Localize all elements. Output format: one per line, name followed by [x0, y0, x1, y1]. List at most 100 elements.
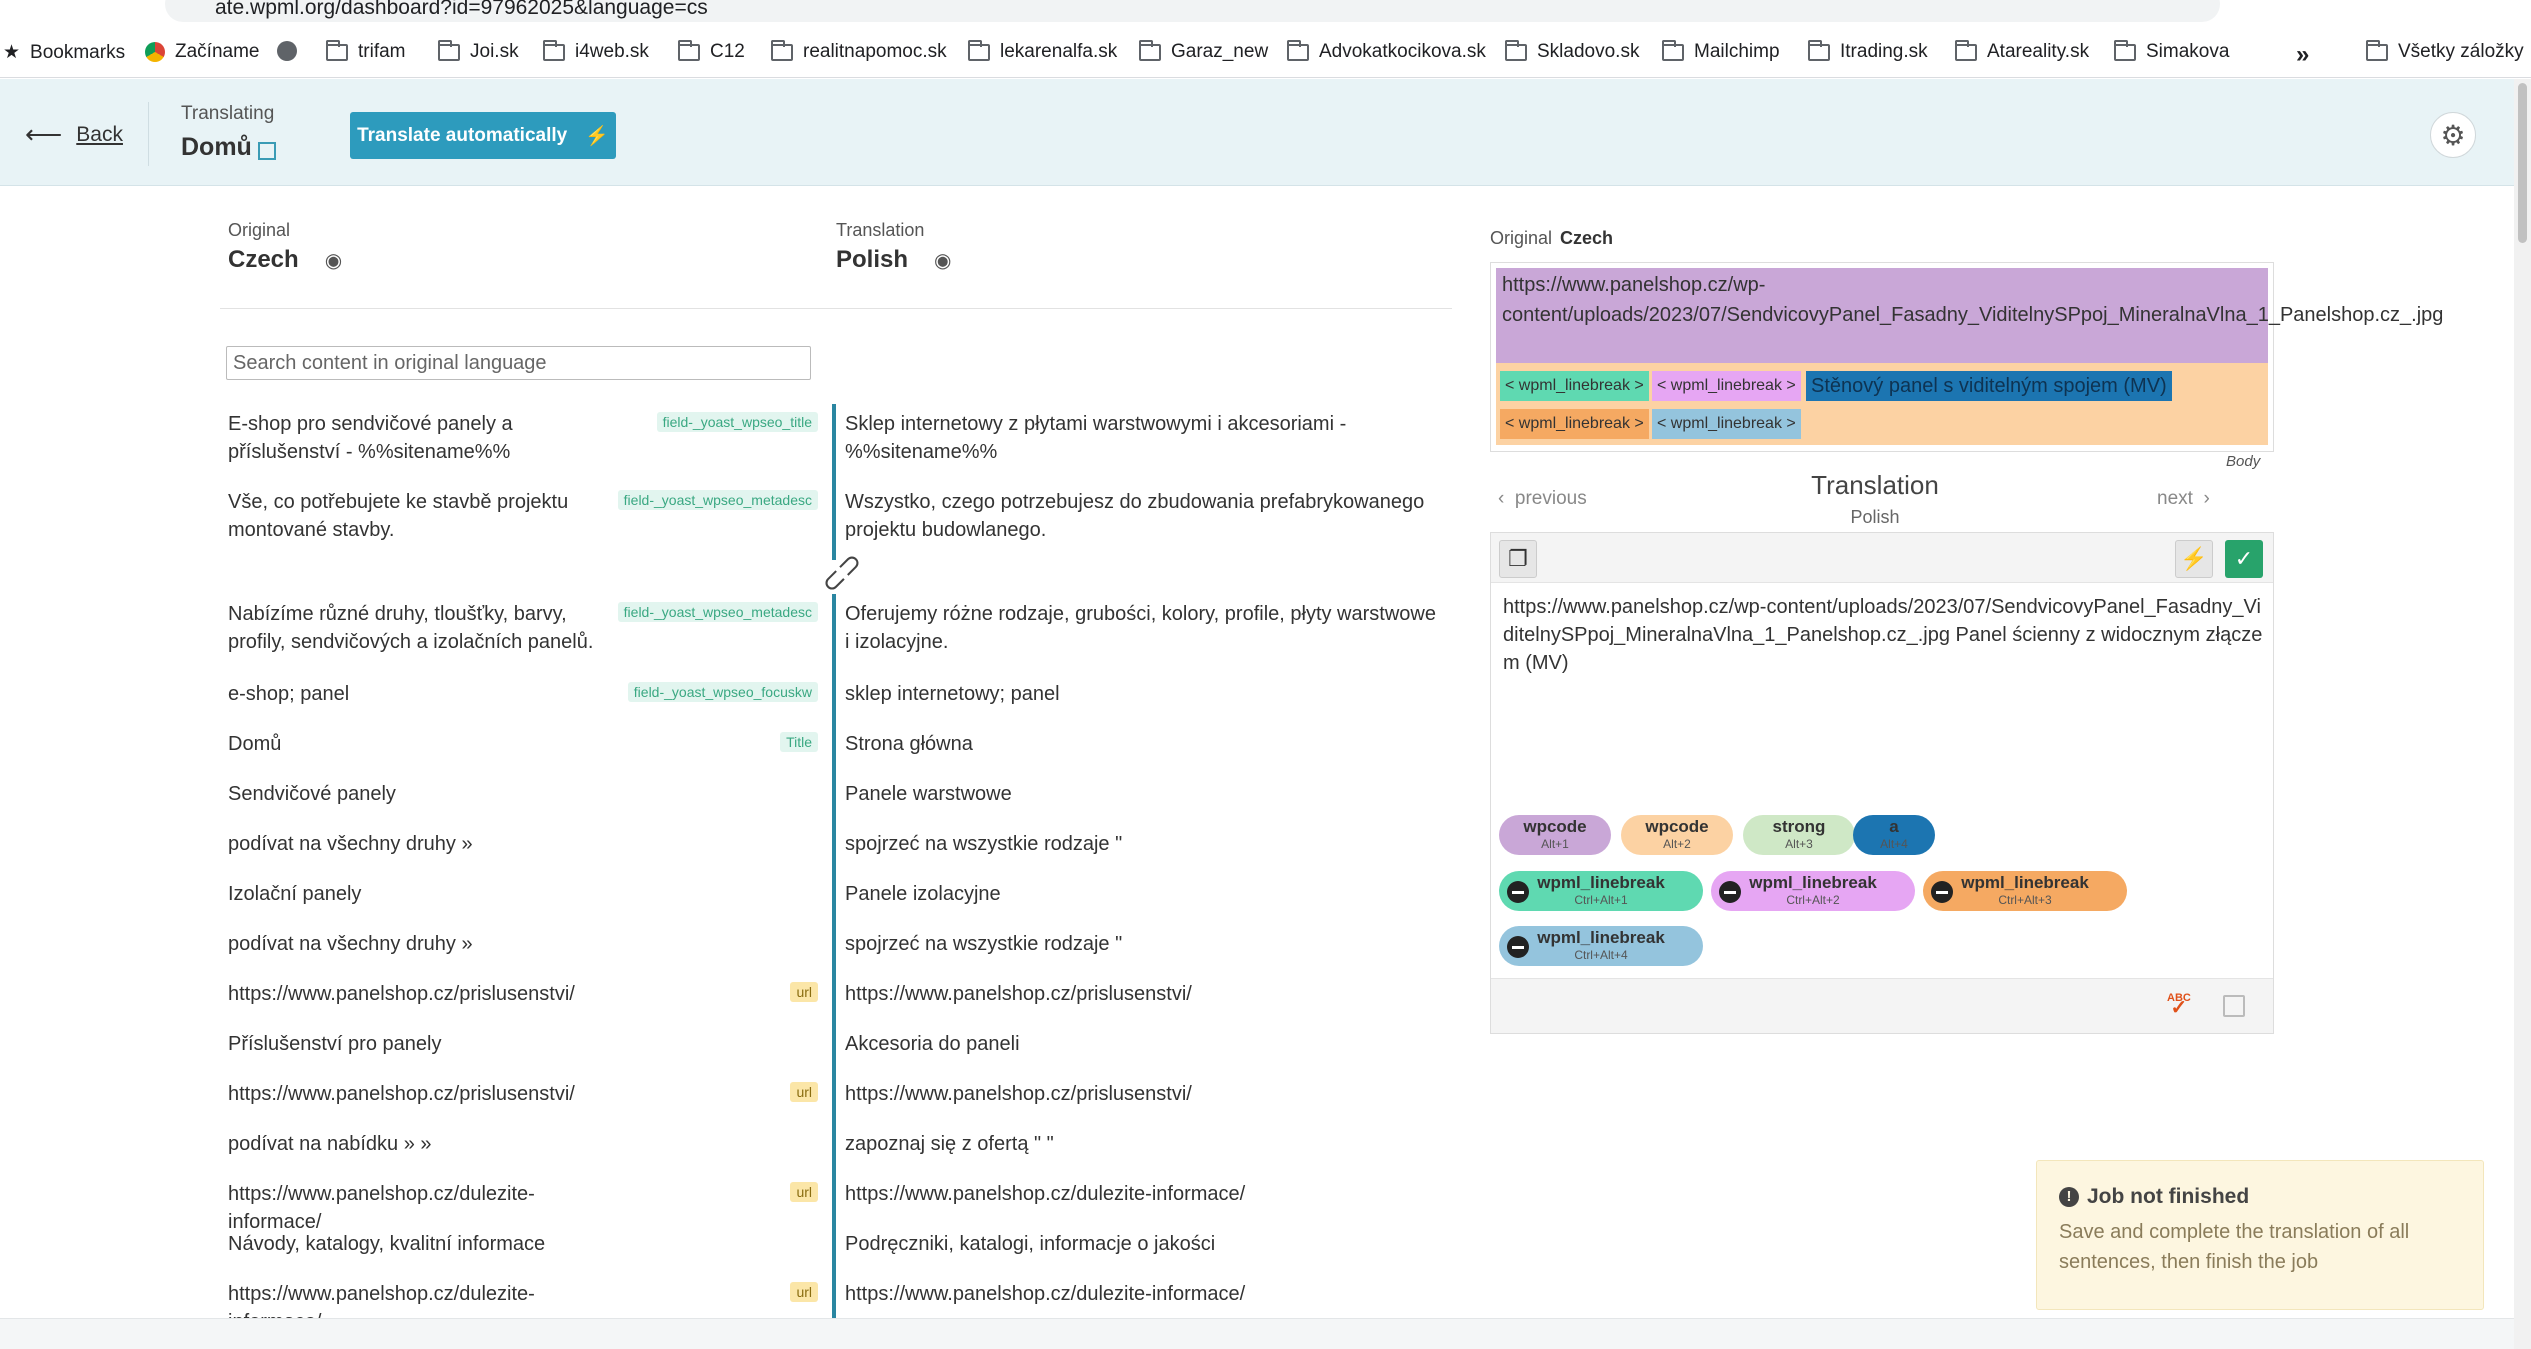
wpcode-tag-pill[interactable]: wpcode Alt+2: [1621, 815, 1733, 855]
translate-automatically-button[interactable]: Translate automatically ⚡: [350, 112, 616, 159]
bookmark-folder[interactable]: lekarenalfa.sk: [968, 39, 1117, 63]
machine-translate-button[interactable]: ⚡: [2175, 540, 2213, 578]
translated-text[interactable]: https://www.panelshop.cz/dulezite-inform…: [845, 1180, 1445, 1208]
linebreak-chip[interactable]: < wpml_linebreak >: [1652, 371, 1801, 401]
field-tag-badge: field-_yoast_wpseo_focuskw: [627, 682, 818, 702]
external-link-icon[interactable]: [257, 141, 276, 160]
translated-text[interactable]: Podręczniki, katalogi, informacje o jako…: [845, 1230, 1445, 1258]
linebreak-tag-pill[interactable]: wpml_linebreak Ctrl+Alt+1: [1499, 871, 1703, 911]
linebreak-tag-pill[interactable]: wpml_linebreak Ctrl+Alt+3: [1923, 871, 2127, 911]
original-source-url: https://www.panelshop.cz/wp-content/uplo…: [1496, 268, 2443, 363]
translated-text[interactable]: Panele warstwowe: [845, 780, 1445, 808]
translated-text[interactable]: sklep internetowy; panel: [845, 680, 1445, 708]
segment-row[interactable]: Příslušenství pro panely Akcesoria do pan…: [226, 1022, 1446, 1072]
eye-slash-icon[interactable]: ◉: [934, 248, 951, 273]
strong-tag-pill[interactable]: strong Alt+3: [1743, 815, 1855, 855]
wpcode-tag-pill[interactable]: wpcode Alt+1: [1499, 815, 1611, 855]
segment-row[interactable]: podívat na nabídku » » zapoznaj się z ofe…: [226, 1122, 1446, 1172]
previous-button[interactable]: ‹ previous: [1498, 488, 1587, 510]
page-scrollbar[interactable]: [2514, 79, 2531, 1349]
link-tag-pill[interactable]: a Alt+4: [1853, 815, 1935, 855]
bookmark-folder[interactable]: Advokatkocikova.sk: [1287, 39, 1486, 63]
segment-row[interactable]: Sendvičové panely Panele warstwowe: [226, 772, 1446, 822]
link-icon[interactable]: ⊂⊃: [813, 544, 870, 601]
translation-textarea[interactable]: https://www.panelshop.cz/wp-content/uplo…: [1503, 593, 2263, 677]
segment-row[interactable]: https://www.panelshop.cz/dulezite-inform…: [226, 1272, 1446, 1333]
translated-text[interactable]: Akcesoria do paneli: [845, 1030, 1445, 1058]
original-text: Sendvičové panely: [228, 783, 396, 805]
segment-row[interactable]: podívat na všechny druhy » spojrzeć na ws…: [226, 822, 1446, 872]
bookmark-folder[interactable]: i4web.sk: [543, 39, 649, 63]
spellcheck-icon[interactable]: ABC ✓: [2167, 993, 2191, 1019]
url-field[interactable]: ate.wpml.org/dashboard?id=97962025&langu…: [165, 0, 2220, 22]
original-language: Czech ◉: [228, 246, 343, 273]
bookmark-folder[interactable]: Joi.sk: [438, 39, 519, 63]
translated-text[interactable]: Oferujemy różne rodzaje, grubości, kolor…: [845, 600, 1445, 656]
bookmark-folder[interactable]: Mailchimp: [1662, 39, 1780, 63]
segment-row[interactable]: Izolační panely Panele izolacyjne: [226, 872, 1446, 922]
field-tag-badge: Title: [780, 732, 818, 752]
linebreak-chip[interactable]: < wpml_linebreak >: [1500, 371, 1649, 401]
translated-text[interactable]: Panele izolacyjne: [845, 880, 1445, 908]
bookmark-folder[interactable]: Garaz_new: [1139, 39, 1268, 63]
search-input[interactable]: [226, 346, 811, 380]
original-text: https://www.panelshop.cz/prislusenstvi/: [228, 1083, 575, 1105]
translated-text[interactable]: zapoznaj się z ofertą " ": [845, 1130, 1445, 1158]
translated-text[interactable]: https://www.panelshop.cz/dulezite-inform…: [845, 1280, 1445, 1308]
text-chip[interactable]: Stěnový panel s viditelným spojem (MV): [1806, 371, 2172, 401]
segment-row[interactable]: https://www.panelshop.cz/prislusenstvi/u…: [226, 1072, 1446, 1122]
all-bookmarks-folder[interactable]: Všetky záložky: [2366, 39, 2524, 63]
translated-text[interactable]: https://www.panelshop.cz/prislusenstvi/: [845, 980, 1445, 1008]
back-button[interactable]: ⟵ Back: [25, 119, 123, 150]
bookmark-folder[interactable]: trifam: [326, 39, 406, 63]
bookmark-folder[interactable]: Itrading.sk: [1808, 39, 1928, 63]
translation-title: Translation: [1811, 470, 1939, 500]
document-title[interactable]: Domů: [181, 133, 276, 162]
copy-original-button[interactable]: ❐: [1499, 540, 1537, 578]
original-label: Original: [228, 220, 291, 240]
translated-text[interactable]: Sklep internetowy z płytami warstwowymi …: [845, 410, 1445, 466]
segment-divider: [832, 404, 836, 482]
linebreak-chip[interactable]: < wpml_linebreak >: [1652, 409, 1801, 439]
segment-row[interactable]: https://www.panelshop.cz/prislusenstvi/u…: [226, 972, 1446, 1022]
translated-text[interactable]: Strona główna: [845, 730, 1445, 758]
segment-row[interactable]: Nabízíme různé druhy, tloušťky, barvy, p…: [226, 594, 1446, 672]
more-bookmarks-button[interactable]: »: [2296, 41, 2309, 69]
segment-row[interactable]: Návody, katalogy, kvalitní informace Podr…: [226, 1222, 1446, 1272]
scrollbar-thumb[interactable]: [2518, 83, 2527, 243]
bookmark-folder[interactable]: Simakova: [2114, 39, 2229, 63]
translated-text[interactable]: spojrzeć na wszystkie rodzaje ": [845, 830, 1445, 858]
segment-row[interactable]: Domů Title Strona główna: [226, 722, 1446, 772]
bookmark-globe[interactable]: [277, 41, 297, 61]
confirm-translation-button[interactable]: ✓: [2225, 540, 2263, 578]
star-icon: ★: [3, 42, 21, 63]
folder-icon: [1662, 39, 1684, 61]
folder-icon: [1808, 39, 1830, 61]
bookmarks-item[interactable]: ★ Bookmarks: [3, 41, 125, 64]
bookmark-folder[interactable]: Skladovo.sk: [1505, 39, 1639, 63]
segment-row[interactable]: podívat na všechny druhy » spojrzeć na ws…: [226, 922, 1446, 972]
bookmark-folder[interactable]: realitnapomoc.sk: [771, 39, 947, 63]
bookmark-zaciname[interactable]: Začíname: [145, 41, 259, 63]
segment-row[interactable]: E-shop pro sendvičové panely a příslušen…: [226, 404, 1446, 482]
bookmark-folder[interactable]: Atareality.sk: [1955, 39, 2089, 63]
gear-icon[interactable]: ⚙: [2430, 112, 2476, 158]
linebreak-tag-pill[interactable]: wpml_linebreak Ctrl+Alt+2: [1711, 871, 1915, 911]
next-button[interactable]: next ›: [2157, 488, 2210, 510]
translated-text[interactable]: Wszystko, czego potrzebujesz do zbudowan…: [845, 488, 1445, 544]
segment-row[interactable]: Vše, co potřebujete ke stavbě projektu m…: [226, 482, 1446, 560]
field-tag-badge: url: [790, 982, 818, 1002]
bookmark-folder[interactable]: C12: [678, 39, 745, 63]
original-text: podívat na všechny druhy »: [228, 933, 473, 955]
image-icon[interactable]: [2223, 995, 2245, 1017]
chrome-icon: [145, 42, 165, 62]
eye-slash-icon[interactable]: ◉: [325, 248, 342, 273]
segment-row[interactable]: e-shop; panel field-_yoast_wpseo_focuskw s…: [226, 672, 1446, 722]
translated-text[interactable]: spojrzeć na wszystkie rodzaje ": [845, 930, 1445, 958]
linebreak-tag-pill[interactable]: wpml_linebreak Ctrl+Alt+4: [1499, 926, 1703, 966]
field-tag-badge: field-_yoast_wpseo_metadesc: [617, 602, 818, 622]
translated-text[interactable]: https://www.panelshop.cz/prislusenstvi/: [845, 1080, 1445, 1108]
segment-row[interactable]: https://www.panelshop.cz/dulezite-inform…: [226, 1172, 1446, 1233]
linebreak-chip[interactable]: < wpml_linebreak >: [1500, 409, 1649, 439]
segment-divider: [832, 722, 836, 772]
